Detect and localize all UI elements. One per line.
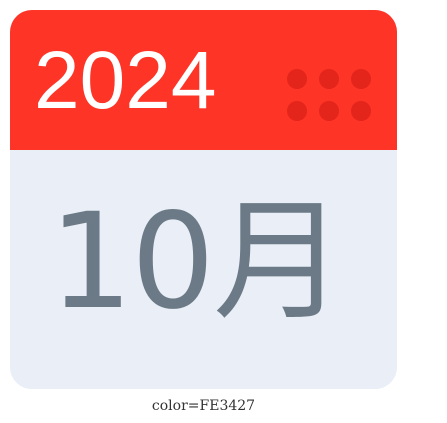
dot xyxy=(319,69,339,89)
dot xyxy=(319,101,339,121)
dot xyxy=(287,101,307,121)
year-label: 2024 xyxy=(34,35,217,126)
dots-grid-icon xyxy=(287,69,375,124)
dot xyxy=(351,101,371,121)
month-label: 10月 xyxy=(49,185,345,339)
calendar-header: 2024 xyxy=(10,10,397,150)
calendar-icon: 2024 10月 xyxy=(10,10,397,389)
dot xyxy=(287,69,307,89)
dot xyxy=(351,69,371,89)
calendar-body: 10月 xyxy=(10,150,397,389)
color-caption: color=FE3427 xyxy=(151,398,256,414)
canvas: 2024 10月 color=FE3427 xyxy=(0,0,447,423)
